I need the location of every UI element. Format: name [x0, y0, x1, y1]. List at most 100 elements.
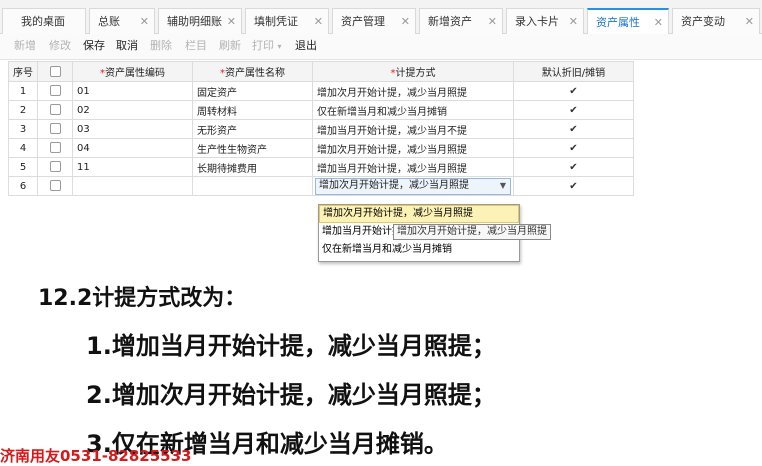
tab-general-ledger[interactable]: 总账 ✕ [89, 8, 155, 34]
tab-card-entry[interactable]: 录入卡片 ✕ [506, 8, 584, 34]
table-header-row: 序号 *资产属性编码 *资产属性名称 *计提方式 默认折旧/摊销 [8, 61, 634, 82]
row-name[interactable]: 无形资产 [192, 119, 313, 139]
tab-asset-change[interactable]: 资产变动 ✕ [672, 8, 760, 34]
row-name[interactable]: 生产性生物资产 [192, 138, 313, 158]
row-checkbox[interactable] [49, 104, 61, 116]
row-select-cell[interactable] [37, 100, 73, 120]
row-default[interactable]: ✔ [513, 176, 634, 196]
tooltip: 增加次月开始计提，减少当月照提 [393, 224, 551, 240]
row-select-cell[interactable] [37, 176, 73, 196]
note-title: 12.2计提方式改为： [38, 286, 247, 311]
row-code[interactable]: 11 [72, 157, 193, 177]
row-select-cell[interactable] [37, 119, 73, 139]
refresh-button[interactable]: 刷新 [219, 39, 241, 53]
check-icon[interactable]: ✔ [569, 143, 577, 154]
row-seq: 4 [8, 138, 38, 158]
row-default[interactable]: ✔ [513, 138, 634, 158]
tab-asset-mgmt[interactable]: 资产管理 ✕ [332, 8, 416, 34]
tab-label: 录入卡片 [515, 15, 559, 28]
close-icon[interactable]: ✕ [227, 9, 236, 34]
add-button[interactable]: 新增 [14, 39, 36, 53]
tab-bar: 我的桌面 总账 ✕ 辅助明细账 ✕ 填制凭证 ✕ 资产管理 ✕ 新增资产 ✕ 录… [0, 0, 762, 34]
row-code[interactable]: 04 [72, 138, 193, 158]
row-name[interactable]: 固定资产 [192, 81, 313, 101]
row-method[interactable]: 增加次月开始计提，减少当月照提 [312, 138, 514, 158]
row-seq: 3 [8, 119, 38, 139]
tab-new-asset[interactable]: 新增资产 ✕ [419, 8, 503, 34]
row-seq: 2 [8, 100, 38, 120]
row-checkbox[interactable] [49, 180, 61, 192]
header-select-all[interactable] [37, 61, 73, 82]
method-select[interactable]: 增加次月开始计提，减少当月照提 ▼ [315, 177, 511, 195]
tab-asset-attributes[interactable]: 资产属性 ✕ [587, 8, 669, 34]
check-icon[interactable]: ✔ [569, 162, 577, 173]
row-default[interactable]: ✔ [513, 100, 634, 120]
tab-label: 新增资产 [428, 15, 472, 28]
header-default: 默认折旧/摊销 [513, 61, 634, 82]
note-line-2: 2.增加次月开始计提，减少当月照提； [86, 381, 496, 409]
close-icon[interactable]: ✕ [654, 10, 663, 34]
toolbar: 新增 修改 保存 取消 删除 栏目 刷新 打印 ▾ 退出 [0, 34, 762, 60]
check-icon[interactable]: ✔ [569, 86, 577, 97]
tab-aux-ledger[interactable]: 辅助明细账 ✕ [158, 8, 242, 34]
print-button[interactable]: 打印 ▾ [252, 39, 282, 54]
close-icon[interactable]: ✕ [745, 9, 754, 34]
row-code[interactable]: 02 [72, 100, 193, 120]
tab-label: 资产属性 [596, 16, 640, 29]
row-name[interactable]: 周转材料 [192, 100, 313, 120]
header-code: *资产属性编码 [72, 61, 193, 82]
close-icon[interactable]: ✕ [488, 9, 497, 34]
save-button[interactable]: 保存 [83, 39, 105, 53]
row-select-cell[interactable] [37, 81, 73, 101]
dropdown-option[interactable]: 增加次月开始计提，减少当月照提 [319, 205, 519, 223]
row-default[interactable]: ✔ [513, 81, 634, 101]
close-icon[interactable]: ✕ [314, 9, 323, 34]
row-checkbox[interactable] [49, 123, 61, 135]
table-row[interactable]: 4 04 生产性生物资产 增加次月开始计提，减少当月照提 ✔ [8, 138, 634, 158]
brand-watermark: 济南用友0531-82825533 [0, 447, 192, 465]
row-method[interactable]: 仅在新增当月和减少当月摊销 [312, 100, 514, 120]
close-icon[interactable]: ✕ [401, 9, 410, 34]
check-icon[interactable]: ✔ [569, 105, 577, 116]
table-row[interactable]: 1 01 固定资产 增加次月开始计提，减少当月照提 ✔ [8, 81, 634, 101]
delete-button[interactable]: 删除 [150, 39, 172, 53]
chevron-down-icon[interactable]: ▼ [500, 179, 506, 193]
check-icon[interactable]: ✔ [569, 124, 577, 135]
header-method-label: 计提方式 [395, 68, 436, 79]
row-checkbox[interactable] [49, 142, 61, 154]
check-icon[interactable]: ✔ [569, 181, 577, 192]
header-name: *资产属性名称 [192, 61, 313, 82]
row-checkbox[interactable] [49, 85, 61, 97]
row-select-cell[interactable] [37, 138, 73, 158]
edit-button[interactable]: 修改 [49, 39, 71, 53]
row-code[interactable]: 01 [72, 81, 193, 101]
row-method[interactable]: 增加当月开始计提，减少当月不提 [312, 119, 514, 139]
tab-desktop[interactable]: 我的桌面 [2, 8, 86, 34]
row-select-cell[interactable] [37, 157, 73, 177]
select-all-checkbox[interactable] [49, 65, 61, 77]
table-row[interactable]: 2 02 周转材料 仅在新增当月和减少当月摊销 ✔ [8, 100, 634, 120]
table-row[interactable]: 3 03 无形资产 增加当月开始计提，减少当月不提 ✔ [8, 119, 634, 139]
row-name[interactable] [192, 176, 313, 196]
exit-button[interactable]: 退出 [295, 39, 317, 53]
dropdown-option[interactable]: 仅在新增当月和减少当月摊销 [319, 241, 519, 259]
row-checkbox[interactable] [49, 161, 61, 173]
row-code[interactable] [72, 176, 193, 196]
close-icon[interactable]: ✕ [569, 9, 578, 34]
row-method[interactable]: 增加次月开始计提，减少当月照提 [312, 81, 514, 101]
close-icon[interactable]: ✕ [140, 9, 149, 34]
table-row[interactable]: 5 11 长期待摊费用 增加当月开始计提，减少当月照提 ✔ [8, 157, 634, 177]
row-method[interactable]: 增加当月开始计提，减少当月照提 [312, 157, 514, 177]
row-code[interactable]: 03 [72, 119, 193, 139]
row-default[interactable]: ✔ [513, 119, 634, 139]
row-name[interactable]: 长期待摊费用 [192, 157, 313, 177]
tab-label: 我的桌面 [21, 15, 65, 28]
method-select-value: 增加次月开始计提，减少当月照提 [319, 179, 469, 191]
print-label: 打印 [252, 39, 274, 52]
columns-button[interactable]: 栏目 [185, 39, 207, 53]
row-default[interactable]: ✔ [513, 157, 634, 177]
cancel-button[interactable]: 取消 [116, 39, 138, 53]
tab-voucher[interactable]: 填制凭证 ✕ [245, 8, 329, 34]
row-method-cell[interactable]: 增加次月开始计提，减少当月照提 ▼ [312, 176, 514, 196]
table-row[interactable]: 6 增加次月开始计提，减少当月照提 ▼ ✔ [8, 176, 634, 196]
